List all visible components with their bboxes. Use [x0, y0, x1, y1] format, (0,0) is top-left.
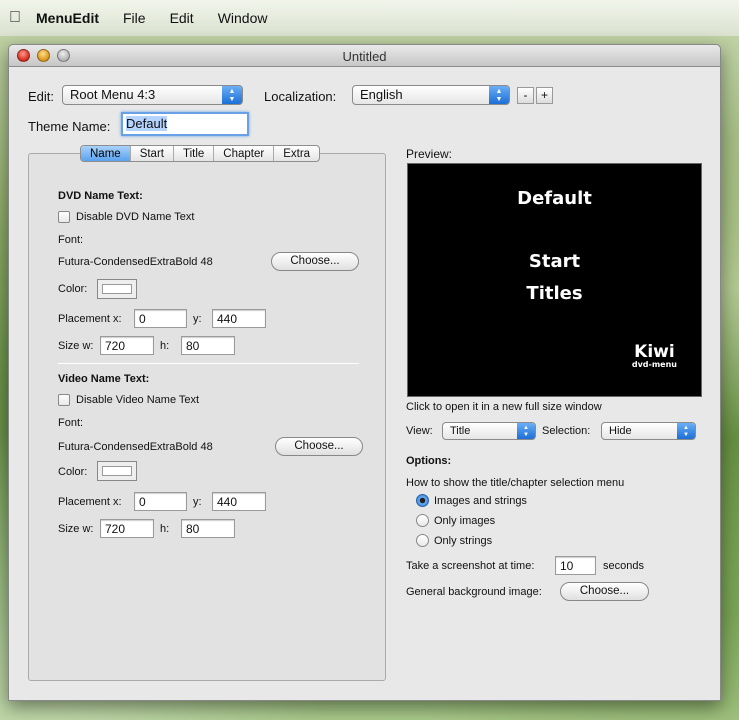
- dvd-h-field[interactable]: 80: [181, 336, 235, 355]
- video-font-choose-button[interactable]: Choose...: [275, 437, 363, 456]
- video-h-field[interactable]: 80: [181, 519, 235, 538]
- dvd-x-field[interactable]: 0: [134, 309, 187, 328]
- kiwi-logo-sub: dvd-menu: [631, 360, 677, 369]
- screenshot-time-label: Take a screenshot at time:: [406, 560, 535, 572]
- tab-extra[interactable]: Extra: [273, 146, 319, 161]
- view-label: View:: [406, 425, 433, 437]
- preview-dvd-name: Default: [517, 188, 592, 209]
- menu-edit[interactable]: Edit: [158, 10, 206, 26]
- edit-label: Edit:: [28, 89, 55, 104]
- menu-window[interactable]: Window: [206, 10, 280, 26]
- screenshot-time-field[interactable]: 10: [555, 556, 596, 575]
- dvd-font-value: Futura-CondensedExtraBold 48: [58, 256, 213, 268]
- radio-images-and-strings[interactable]: [416, 494, 429, 507]
- dvd-name-heading: DVD Name Text:: [58, 190, 143, 202]
- edit-popup[interactable]: Root Menu 4:3 ▲ ▼: [62, 85, 243, 105]
- popup-arrows-icon: ▲ ▼: [677, 423, 695, 439]
- background-image-label: General background image:: [406, 586, 542, 598]
- tab-start[interactable]: Start: [129, 146, 173, 161]
- menu-bar:  MenuEdit File Edit Window: [0, 0, 739, 36]
- dvd-color-well[interactable]: [97, 279, 137, 299]
- theme-name-field[interactable]: Default: [121, 112, 249, 136]
- video-size-label: Size w:: [58, 523, 94, 535]
- window-title: Untitled: [342, 49, 387, 64]
- video-name-heading: Video Name Text:: [58, 373, 150, 385]
- background-image-choose-button[interactable]: Choose...: [560, 582, 649, 601]
- options-question: How to show the title/chapter selection …: [406, 477, 625, 489]
- popup-arrows-icon: ▲ ▼: [517, 423, 535, 439]
- radio-only-strings-label[interactable]: Only strings: [434, 535, 492, 547]
- radio-images-and-strings-label[interactable]: Images and strings: [434, 495, 527, 507]
- tab-name[interactable]: Name: [81, 146, 130, 161]
- video-x-field[interactable]: 0: [134, 492, 187, 511]
- video-w-field[interactable]: 720: [100, 519, 154, 538]
- preview-hint: Click to open it in a new full size wind…: [406, 401, 602, 413]
- view-popup-value: Title: [450, 425, 471, 437]
- dvd-w-field[interactable]: 720: [100, 336, 154, 355]
- video-color-label: Color:: [58, 466, 88, 478]
- options-heading: Options:: [406, 455, 452, 467]
- main-window: Untitled Edit: Root Menu 4:3 ▲ ▼ Localiza…: [8, 44, 721, 701]
- add-localization-button[interactable]: +: [536, 87, 553, 104]
- video-placement-label: Placement x:: [58, 496, 122, 508]
- preview-label: Preview:: [406, 147, 453, 161]
- dvd-color-label: Color:: [58, 283, 88, 295]
- dvd-placement-label: Placement x:: [58, 313, 122, 325]
- tab-title[interactable]: Title: [172, 146, 213, 161]
- dvd-y-label: y:: [193, 313, 202, 325]
- preview-canvas[interactable]: Default Start Titles Kiwi dvd-menu: [407, 163, 702, 397]
- popup-arrows-icon: ▲ ▼: [489, 86, 509, 104]
- theme-name-label: Theme Name:: [28, 119, 111, 134]
- title-bar[interactable]: Untitled: [9, 45, 720, 67]
- screenshot-time-unit: seconds: [603, 560, 644, 572]
- selection-label: Selection:: [542, 425, 591, 437]
- dvd-y-field[interactable]: 440: [212, 309, 266, 328]
- dvd-size-label: Size w:: [58, 340, 94, 352]
- video-color-well[interactable]: [97, 461, 137, 481]
- dvd-h-label: h:: [160, 340, 170, 352]
- preview-start: Start: [528, 251, 581, 272]
- radio-only-images[interactable]: [416, 514, 429, 527]
- dvd-font-choose-button[interactable]: Choose...: [271, 252, 359, 271]
- video-font-value: Futura-CondensedExtraBold 48: [58, 441, 213, 453]
- menu-app-name[interactable]: MenuEdit: [30, 10, 111, 26]
- edit-popup-value: Root Menu 4:3: [70, 87, 156, 102]
- radio-only-images-label[interactable]: Only images: [434, 515, 495, 527]
- video-h-label: h:: [160, 523, 170, 535]
- remove-localization-button[interactable]: -: [517, 87, 534, 104]
- radio-only-strings[interactable]: [416, 534, 429, 547]
- localization-label: Localization:: [264, 89, 337, 104]
- menu-file[interactable]: File: [111, 10, 158, 26]
- localization-popup[interactable]: English ▲ ▼: [352, 85, 510, 105]
- disable-video-name-label[interactable]: Disable Video Name Text: [76, 394, 199, 406]
- selection-popup[interactable]: Hide ▲ ▼: [601, 422, 696, 440]
- tab-bar: Name Start Title Chapter Extra: [80, 145, 321, 162]
- section-divider: [58, 363, 359, 364]
- theme-name-value: Default: [126, 116, 168, 131]
- tab-chapter[interactable]: Chapter: [213, 146, 273, 161]
- kiwi-logo-text: Kiwi: [634, 342, 675, 362]
- selection-popup-value: Hide: [609, 425, 632, 437]
- disable-dvd-name-label[interactable]: Disable DVD Name Text: [76, 211, 194, 223]
- video-font-label: Font:: [58, 417, 84, 429]
- disable-dvd-name-checkbox[interactable]: [58, 211, 70, 223]
- apple-icon[interactable]: : [0, 9, 30, 27]
- view-popup[interactable]: Title ▲ ▼: [442, 422, 536, 440]
- localization-popup-value: English: [360, 87, 403, 102]
- kiwi-logo: Kiwi dvd-menu: [631, 342, 677, 370]
- preview-titles: Titles: [526, 283, 583, 304]
- dvd-font-label: Font:: [58, 234, 84, 246]
- popup-arrows-icon: ▲ ▼: [222, 86, 242, 104]
- video-y-label: y:: [193, 496, 202, 508]
- disable-video-name-checkbox[interactable]: [58, 394, 70, 406]
- video-y-field[interactable]: 440: [212, 492, 266, 511]
